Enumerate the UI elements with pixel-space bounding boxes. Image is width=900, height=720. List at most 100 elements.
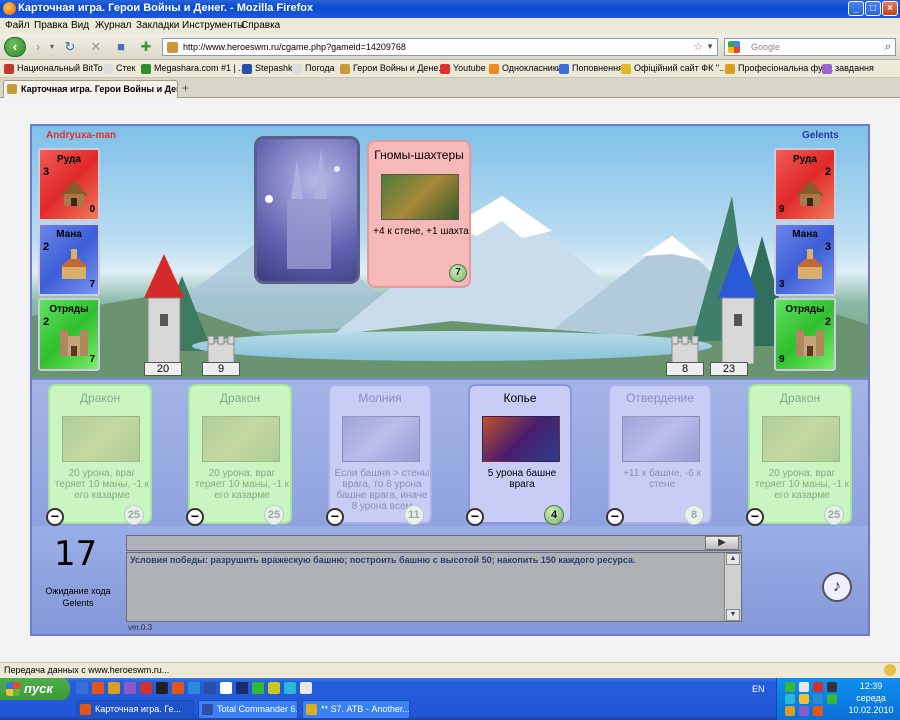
tray-icon[interactable] — [799, 682, 809, 692]
game-board: Andryuxa-man Руда 3 0 Мана 2 7 Отряды 2 … — [30, 124, 870, 636]
log-scrollbar[interactable]: ▲ ▼ — [724, 553, 741, 621]
bookmark-item[interactable]: Однокласники — [489, 63, 562, 74]
menu-view[interactable]: Вид — [71, 20, 89, 31]
bookmark-item[interactable]: Герои Войны и Дене... — [340, 63, 446, 74]
status-bar: Передача данных с www.heroeswm.ru... — [0, 662, 900, 678]
tray-icon[interactable] — [813, 682, 823, 692]
chat-input[interactable]: ▶ — [126, 535, 742, 551]
menu-edit[interactable]: Правка — [34, 20, 68, 31]
back-button[interactable]: ‹ — [4, 37, 26, 57]
hand-card[interactable]: Дракон 20 урона, враг теряет 10 маны, -1 … — [748, 384, 852, 525]
tower-height-left: 20 — [144, 362, 182, 376]
quicklaunch-desktop-icon[interactable] — [76, 682, 88, 694]
bookmark-item[interactable]: Stepashka — [242, 63, 298, 74]
quicklaunch-app-icon[interactable] — [300, 682, 312, 694]
quicklaunch-app-icon[interactable] — [156, 682, 168, 694]
discard-button[interactable]: − — [466, 508, 484, 526]
card-image — [622, 416, 700, 462]
discard-button[interactable]: − — [326, 508, 344, 526]
google-icon[interactable] — [728, 41, 740, 53]
menu-help[interactable]: Справка — [241, 20, 280, 31]
taskbar-item-total-commander[interactable]: Total Commander 6.5... — [198, 700, 298, 719]
url-bar[interactable]: http://www.heroeswm.ru/cgame.php?gameid=… — [162, 38, 718, 56]
quicklaunch-app-icon[interactable] — [140, 682, 152, 694]
discard-button[interactable]: − — [186, 508, 204, 526]
hand-card[interactable]: Дракон 20 урона, враг теряет 10 маны, -1 … — [48, 384, 152, 525]
bookmark-item[interactable]: Погода — [292, 63, 335, 74]
clock[interactable]: 12:39 середа 10.02.2010 — [848, 680, 894, 716]
start-button[interactable]: пуск — [0, 678, 70, 700]
resource-mana-right: Мана 3 3 — [774, 223, 836, 296]
scroll-down-icon[interactable]: ▼ — [726, 609, 740, 621]
menu-history[interactable]: Журнал — [95, 20, 132, 31]
tray-icon[interactable] — [785, 682, 795, 692]
discard-button[interactable]: − — [606, 508, 624, 526]
wall-left — [207, 336, 235, 364]
quicklaunch-app-icon[interactable] — [124, 682, 136, 694]
quicklaunch-app-icon[interactable] — [252, 682, 264, 694]
tray-icon[interactable] — [799, 694, 809, 704]
menu-file[interactable]: Файл — [5, 20, 30, 31]
tab-active[interactable]: Карточная игра. Герои Войны и Ден... — [3, 80, 178, 98]
card-title: Молния — [358, 391, 402, 405]
quicklaunch-app-icon[interactable] — [172, 682, 184, 694]
history-dropdown-icon[interactable]: ▾ — [44, 39, 60, 55]
taskbar-item-winamp[interactable]: ** S7. АТВ - Another... — [302, 700, 410, 719]
quicklaunch-app-icon[interactable] — [220, 682, 232, 694]
tray-icon[interactable] — [785, 706, 795, 716]
discard-button[interactable]: − — [46, 508, 64, 526]
hand-card[interactable]: Дракон 20 урона, враг теряет 10 маны, -1 … — [188, 384, 292, 525]
close-button[interactable]: × — [882, 1, 898, 16]
url-dropdown-icon[interactable]: ▼ — [706, 39, 714, 55]
quicklaunch-app-icon[interactable] — [236, 682, 248, 694]
clock-time: 12:39 — [859, 681, 883, 691]
tray-icon[interactable] — [813, 694, 823, 704]
addon-icon[interactable] — [884, 664, 896, 676]
new-tab-plus-icon[interactable]: ✚ — [138, 39, 154, 55]
tray-icon[interactable] — [827, 694, 837, 704]
new-tab-button[interactable]: + — [182, 81, 189, 95]
card-title: Дракон — [79, 391, 121, 405]
menu-bookmarks[interactable]: Закладки — [136, 20, 179, 31]
bookmark-item[interactable]: Стек — [103, 63, 135, 74]
bookmark-item[interactable]: Поповнення — [559, 63, 623, 74]
discard-button[interactable]: − — [746, 508, 764, 526]
bookmark-favicon-icon — [103, 64, 113, 74]
reload-icon[interactable]: ↻ — [62, 39, 78, 55]
tray-icon[interactable] — [785, 694, 795, 704]
tower-height-right: 23 — [710, 362, 748, 376]
home-icon[interactable]: ■ — [113, 39, 129, 55]
card-cost: 25 — [124, 505, 144, 525]
taskbar-item-firefox[interactable]: Карточная игра. Ге... — [76, 700, 194, 719]
bookmark-item[interactable]: Национальный BitTor... — [4, 63, 113, 74]
tray-icon[interactable] — [813, 706, 823, 716]
quicklaunch-app-icon[interactable] — [268, 682, 280, 694]
minimize-button[interactable]: _ — [848, 1, 864, 16]
language-indicator[interactable]: EN — [752, 684, 765, 694]
tray-icon[interactable] — [799, 706, 809, 716]
quicklaunch-app-icon[interactable] — [204, 682, 216, 694]
sound-toggle-button[interactable]: ♪ — [822, 572, 852, 602]
menu-tools[interactable]: Инструменты — [182, 20, 244, 31]
bookmark-item[interactable]: Професіональна фут... — [725, 63, 833, 74]
search-icon[interactable]: ⌕ — [885, 39, 891, 55]
quicklaunch-app-icon[interactable] — [108, 682, 120, 694]
quicklaunch-firefox-icon[interactable] — [92, 682, 104, 694]
hand-card[interactable]: Копье 5 урона башне врага 4 — [468, 384, 572, 525]
tray-icon[interactable] — [827, 682, 837, 692]
bookmark-item[interactable]: Офіційний сайт ФК "... — [621, 63, 727, 74]
stop-icon[interactable]: ✕ — [88, 39, 104, 55]
search-input[interactable]: Google ⌕ — [724, 38, 896, 56]
bookmark-item[interactable]: Youtube — [440, 63, 486, 74]
quicklaunch-app-icon[interactable] — [284, 682, 296, 694]
scroll-up-icon[interactable]: ▲ — [726, 553, 740, 565]
bookmark-favicon-icon — [725, 64, 735, 74]
send-button[interactable]: ▶ — [705, 536, 739, 550]
quicklaunch-app-icon[interactable] — [188, 682, 200, 694]
bookmark-star-icon[interactable]: ☆ — [693, 39, 703, 55]
bookmark-item[interactable]: Megashara.com #1 | ... — [141, 63, 246, 74]
hand-card[interactable]: Отвердение +11 к башне, -6 к стене 8 — [608, 384, 712, 525]
hand-card[interactable]: Молния Если башня > стены врага, то 8 уро… — [328, 384, 432, 525]
maximize-button[interactable]: □ — [865, 1, 881, 16]
bookmark-item[interactable]: завдання — [822, 63, 874, 74]
